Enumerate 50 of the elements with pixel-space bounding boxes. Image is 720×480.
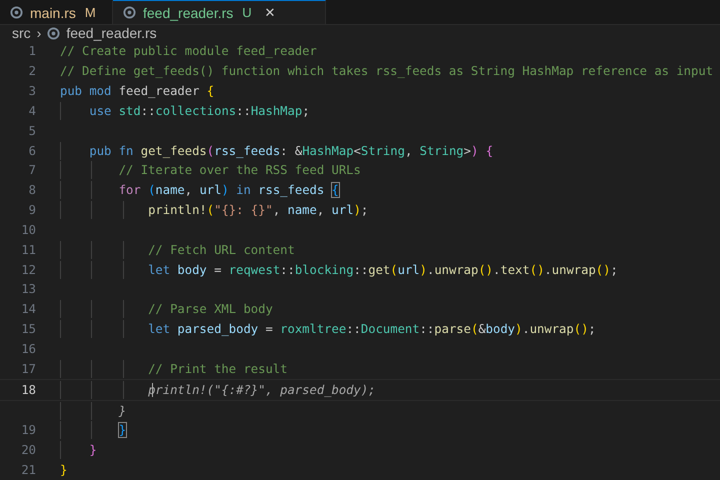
line-number: 16 <box>20 342 36 356</box>
line-number: 20 <box>20 443 36 458</box>
line-number: 15 <box>20 322 36 336</box>
code-line: } <box>60 423 126 438</box>
line-number: 3 <box>28 84 36 98</box>
line-number: 4 <box>28 104 36 118</box>
line-number: 10 <box>20 222 36 237</box>
line-number: 17 <box>20 362 36 376</box>
line-number: 1 <box>28 44 36 58</box>
git-status-label: M <box>84 5 96 20</box>
code-line: // Create public module feed_reader <box>60 44 317 58</box>
code-line: // Parse XML body <box>60 302 273 316</box>
code-line: } <box>60 463 68 478</box>
code-line: println!("{}: {}", name, url); <box>60 203 368 218</box>
code-line: let parsed_body = roxmltree::Document::parse(&body).unwrap(); <box>60 322 596 336</box>
tab-label: main.rs <box>30 4 76 21</box>
line-number: 6 <box>28 144 36 158</box>
rust-file-icon <box>123 6 136 20</box>
git-status-label: U <box>242 5 252 20</box>
line-number: 13 <box>20 282 36 296</box>
breadcrumb-folder[interactable]: src <box>12 25 31 42</box>
line-number: 12 <box>20 262 36 277</box>
line-number: 9 <box>28 203 36 218</box>
rust-file-icon <box>47 26 60 40</box>
code-line: // Fetch URL content <box>60 242 295 257</box>
code-line: pub mod feed_reader { <box>60 84 214 98</box>
line-number: 5 <box>28 124 36 138</box>
code-line: use std::collections::HashMap; <box>60 104 310 118</box>
line-number: 19 <box>20 423 36 438</box>
rust-file-icon <box>10 6 23 20</box>
code-line: } <box>60 443 97 458</box>
code-line: pub fn get_feeds(rss_feeds: &HashMap<String, String>) { <box>60 144 494 158</box>
code-line: } <box>60 404 126 418</box>
editor-tab[interactable]: feed_reader.rs U ✕ <box>113 0 326 24</box>
line-number: 2 <box>28 64 36 78</box>
code-line: // Print the result <box>60 362 288 376</box>
line-number: 14 <box>20 302 36 316</box>
breadcrumb-file[interactable]: feed_reader.rs <box>66 25 157 42</box>
code-line: for (name, url) in rss_feeds { <box>60 183 339 198</box>
tab-label: feed_reader.rs <box>143 4 234 21</box>
breadcrumb-separator: › <box>36 25 42 42</box>
close-icon[interactable]: ✕ <box>264 5 276 20</box>
code-line: // Iterate over the RSS feed URLs <box>60 163 361 178</box>
code-line: let body = reqwest::blocking::get(url).unwrap().text().unwrap(); <box>60 262 618 277</box>
code-line: // Define get_feeds() function which takes rss_feeds as String HashMap reference as input <box>60 64 714 78</box>
line-number: 8 <box>28 183 36 198</box>
line-number: 21 <box>20 463 36 478</box>
line-number: 7 <box>28 163 36 178</box>
line-number: 11 <box>20 242 36 257</box>
line-number: 18 <box>20 382 36 397</box>
